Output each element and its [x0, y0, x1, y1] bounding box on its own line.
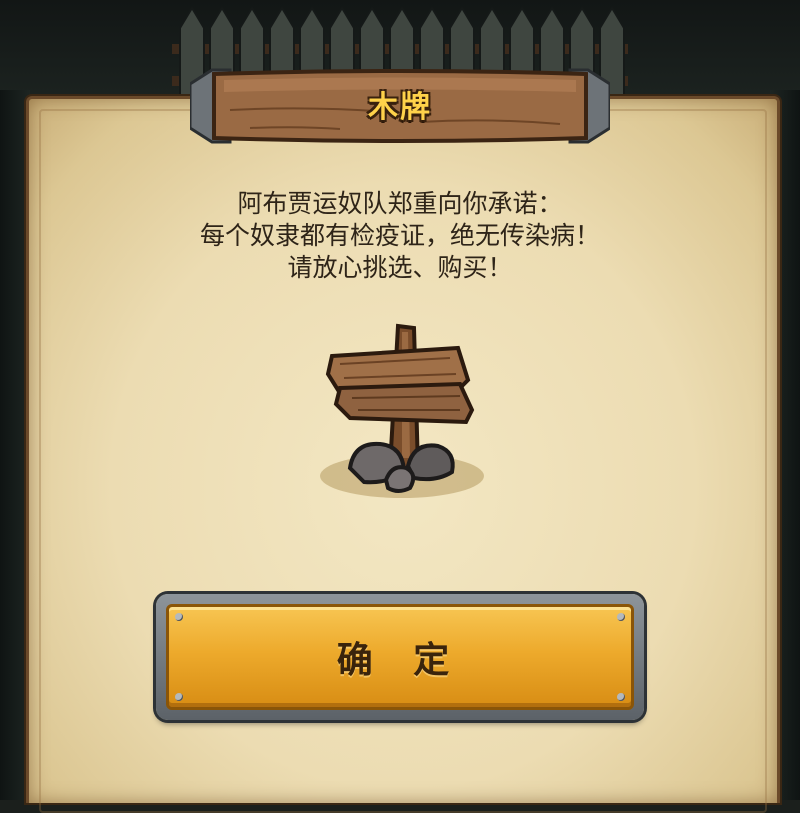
message-line-2: 每个奴隶都有检疫证，绝无传染病！: [199, 221, 600, 250]
wooden-signpost-icon: [320, 323, 484, 498]
rivet-icon: [617, 613, 625, 621]
message-line-1: 阿布贾运奴队郑重向你承诺：: [237, 189, 563, 218]
rivet-icon: [175, 613, 183, 621]
confirm-button-face[interactable]: 确 定: [166, 604, 634, 710]
confirm-button-label: 确 定: [336, 640, 464, 681]
rivet-icon: [175, 693, 183, 701]
rivet-icon: [617, 693, 625, 701]
dialog-message: 阿布贾运奴队郑重向你承诺： 每个奴隶都有检疫证，绝无传染病！ 请放心挑选、购买！: [60, 188, 740, 284]
dialog-title: 木牌: [368, 90, 432, 125]
confirm-button[interactable]: 确 定: [156, 594, 644, 720]
title-plank: 木牌: [190, 66, 610, 146]
message-line-3: 请放心挑选、购买！: [287, 253, 513, 282]
